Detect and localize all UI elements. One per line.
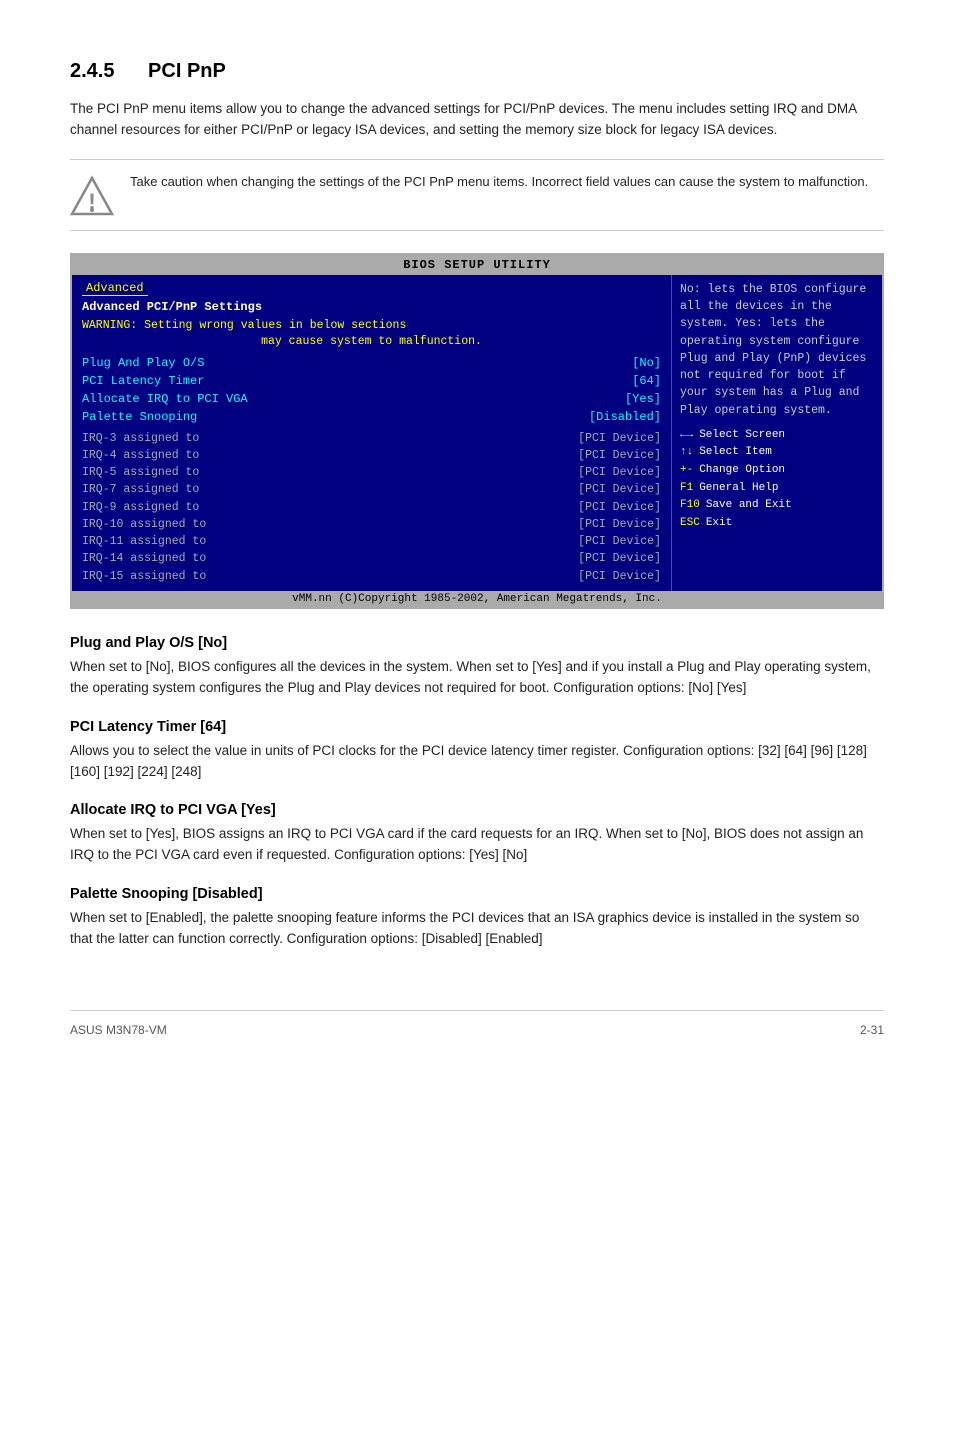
subsection-text-2: When set to [Yes], BIOS assigns an IRQ t… [70,824,884,866]
bios-setting-value-0: [No] [632,354,661,372]
bios-warning-line1: WARNING: Setting wrong values in below s… [82,318,661,335]
bios-irq-row-5: IRQ-10 assigned to [PCI Device] [82,516,661,533]
footer-right: 2-31 [860,1023,884,1037]
bios-irq-row-8: IRQ-15 assigned to [PCI Device] [82,568,661,585]
bios-right-text: No: lets the BIOS configure all the devi… [680,281,874,419]
intro-text: The PCI PnP menu items allow you to chan… [70,99,884,141]
bios-key-select-screen: ←→ Select Screen [680,427,874,445]
warning-text: Take caution when changing the settings … [130,172,868,192]
subsection-heading-1: PCI Latency Timer [64] [70,719,884,735]
bios-right-panel: No: lets the BIOS configure all the devi… [672,275,882,591]
bios-key-save-exit: F10 Save and Exit [680,497,874,515]
bios-setting-label-1: PCI Latency Timer [82,372,204,390]
subsection-heading-2: Allocate IRQ to PCI VGA [Yes] [70,802,884,818]
bios-key-list: ←→ Select Screen ↑↓ Select Item +- Chang… [680,427,874,533]
subsection-heading-0: Plug and Play O/S [No] [70,635,884,651]
bios-setting-row-0: Plug And Play O/S [No] [82,354,661,372]
section-title: PCI PnP [148,60,226,82]
page-footer: ASUS M3N78-VM 2-31 [70,1023,884,1037]
bios-setting-value-3: [Disabled] [589,408,661,426]
footer-left: ASUS M3N78-VM [70,1023,167,1037]
subsection-text-3: When set to [Enabled], the palette snoop… [70,908,884,950]
section-number: 2.4.5 [70,60,114,82]
bios-irq-row-0: IRQ-3 assigned to [PCI Device] [82,430,661,447]
bios-warning-line2: may cause system to malfunction. [82,335,661,348]
section-heading: 2.4.5 PCI PnP [70,60,884,83]
warning-icon: ! [70,174,114,218]
bios-settings: Plug And Play O/S [No] PCI Latency Timer… [82,354,661,426]
bios-key-general-help: F1 General Help [680,480,874,498]
bios-irq-row-7: IRQ-14 assigned to [PCI Device] [82,550,661,567]
bios-setting-label-2: Allocate IRQ to PCI VGA [82,390,248,408]
bios-key-change-option: +- Change Option [680,462,874,480]
bios-key-esc: ESC Exit [680,515,874,533]
subsection-heading-3: Palette Snooping [Disabled] [70,886,884,902]
bios-setting-value-2: [Yes] [625,390,661,408]
bios-irq-rows: IRQ-3 assigned to [PCI Device] IRQ-4 ass… [82,430,661,585]
bios-left-panel: Advanced Advanced PCI/PnP Settings WARNI… [72,275,672,591]
subsection-text-1: Allows you to select the value in units … [70,741,884,783]
bios-setting-label-0: Plug And Play O/S [82,354,204,372]
bios-irq-row-4: IRQ-9 assigned to [PCI Device] [82,499,661,516]
bios-screenshot: BIOS SETUP UTILITY Advanced Advanced PCI… [70,253,884,609]
bios-irq-row-2: IRQ-5 assigned to [PCI Device] [82,464,661,481]
bios-setting-row-1: PCI Latency Timer [64] [82,372,661,390]
bios-setting-label-3: Palette Snooping [82,408,197,426]
footer-divider [70,1010,884,1011]
bios-irq-row-6: IRQ-11 assigned to [PCI Device] [82,533,661,550]
bios-irq-row-3: IRQ-7 assigned to [PCI Device] [82,481,661,498]
bios-tab-advanced: Advanced [82,281,148,296]
bios-irq-row-1: IRQ-4 assigned to [PCI Device] [82,447,661,464]
subsection-plug-play: Plug and Play O/S [No] When set to [No],… [70,635,884,699]
bios-footer: vMM.nn (C)Copyright 1985-2002, American … [72,591,882,607]
bios-key-select-item: ↑↓ Select Item [680,444,874,462]
subsection-allocate-irq: Allocate IRQ to PCI VGA [Yes] When set t… [70,802,884,866]
warning-box: ! Take caution when changing the setting… [70,159,884,231]
bios-setting-value-1: [64] [632,372,661,390]
bios-setting-row-3: Palette Snooping [Disabled] [82,408,661,426]
subsection-pci-latency: PCI Latency Timer [64] Allows you to sel… [70,719,884,783]
bios-section-title: Advanced PCI/PnP Settings [82,300,661,314]
subsection-palette-snooping: Palette Snooping [Disabled] When set to … [70,886,884,950]
subsection-text-0: When set to [No], BIOS configures all th… [70,657,884,699]
bios-setting-row-2: Allocate IRQ to PCI VGA [Yes] [82,390,661,408]
bios-title-bar: BIOS SETUP UTILITY [72,255,882,275]
